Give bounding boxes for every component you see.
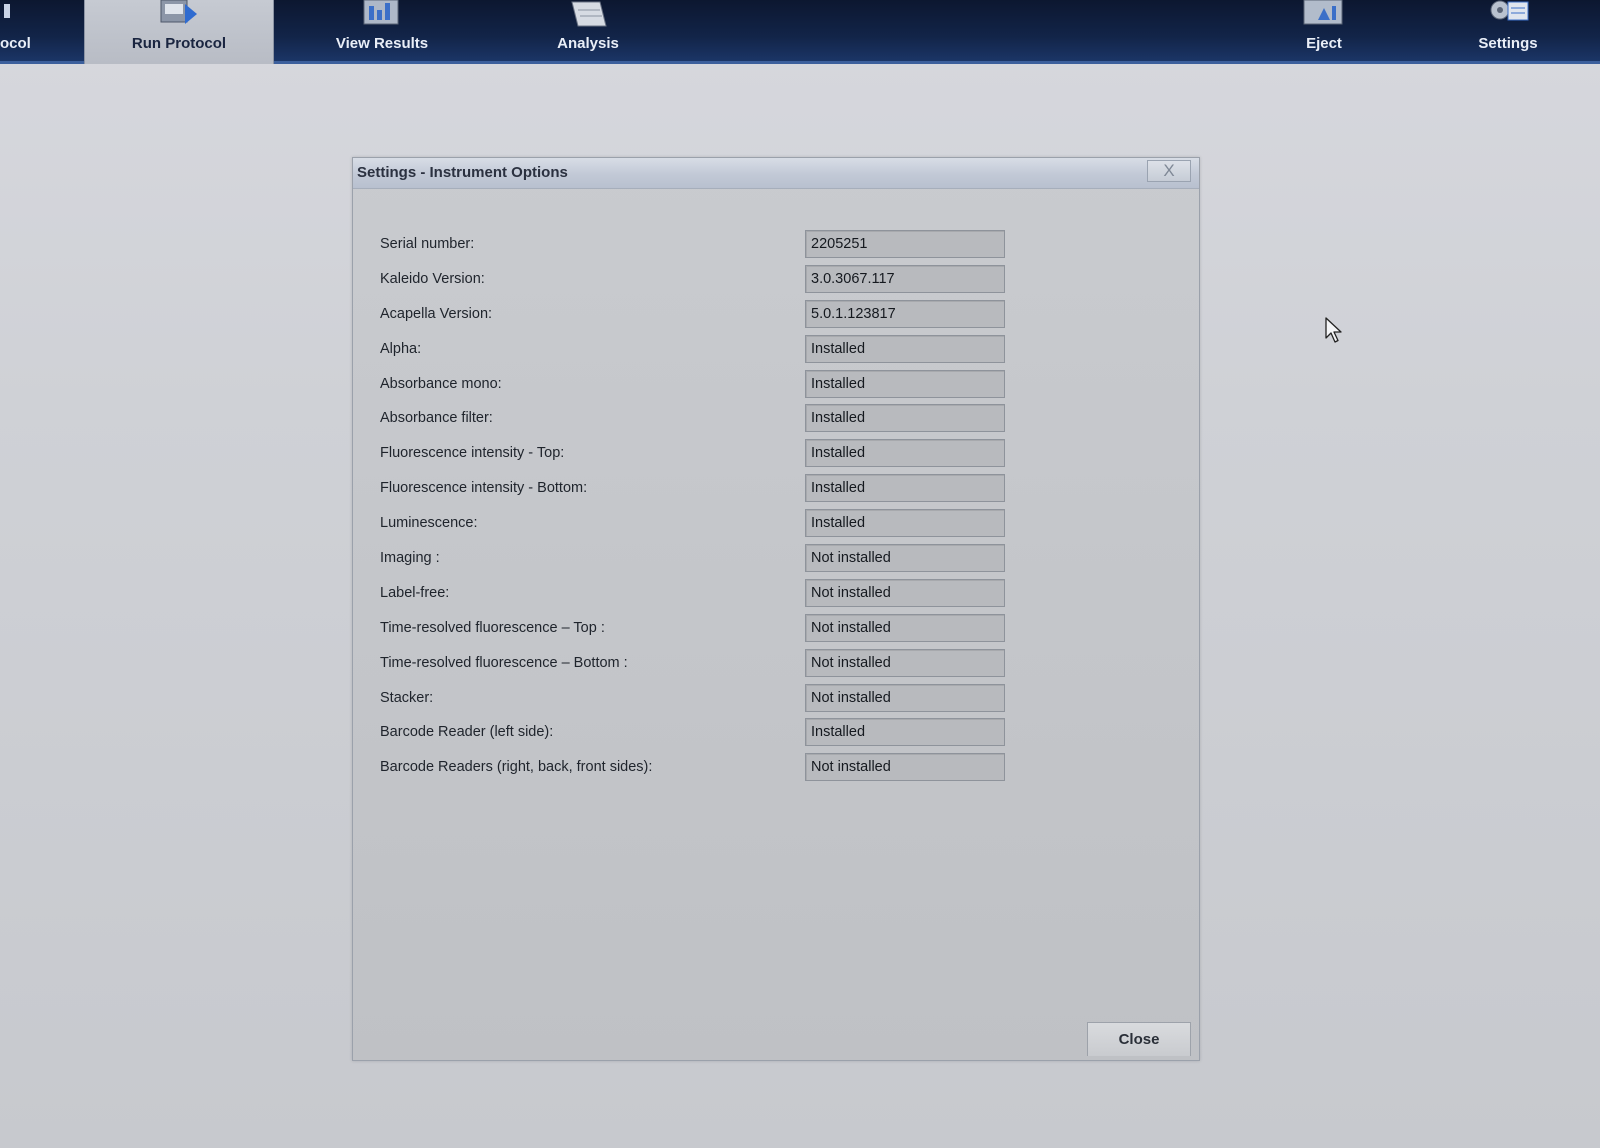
toolbar-item-analysis[interactable]: Analysis [490,0,686,64]
options-list: Serial number: 2205251 Kaleido Version: 3.… [353,228,1199,786]
toolbar-item-label: Analysis [557,35,619,52]
toolbar-item-label: View Results [335,35,429,52]
toolbar-item-settings[interactable]: Settings [1420,0,1596,64]
eject-icon [1302,0,1346,30]
option-label: Acapella Version: [380,305,493,322]
option-row: Time-resolved fluorescence – Top : Not in… [353,612,1199,647]
view-results-icon [360,0,404,30]
toolbar-item-label: Run Protocol [131,35,227,52]
option-label: Luminescence: [380,515,478,532]
toolbar-item-label: ocol [0,35,31,52]
option-label: Imaging : [380,550,440,567]
option-row: Barcode Reader (left side): Installed [353,716,1199,751]
dialog-titlebar[interactable]: Settings - Instrument Options X [353,158,1199,189]
option-row: Fluorescence intensity - Bottom: Installe… [353,472,1199,507]
option-label: Alpha: [380,340,422,357]
option-value-field: 3.0.3067.117 [805,264,1005,293]
option-label: Fluorescence intensity - Bottom: [380,480,588,497]
toolbar-item-protocol[interactable]: ocol [0,0,40,64]
dialog-close-x-button[interactable]: X [1147,160,1191,182]
option-value-field: Not installed [805,613,1005,642]
toolbar-item-eject[interactable]: Eject [1236,0,1412,64]
option-row: Absorbance filter: Installed [353,402,1199,437]
option-value-field: 2205251 [805,230,1005,258]
option-value-field: Installed [805,509,1005,538]
option-value-field: Not installed [805,544,1005,573]
option-row: Imaging : Not installed [353,542,1199,577]
option-row: Stacker: Not installed [353,682,1199,717]
option-label: Absorbance mono: [380,375,502,392]
option-value-field: Installed [805,334,1005,363]
analysis-icon [566,0,610,30]
option-value-field: Not installed [805,648,1005,677]
option-label: Barcode Reader (left side): [380,724,554,741]
option-row: Time-resolved fluorescence – Bottom : Not… [353,647,1199,682]
option-label: Fluorescence intensity - Top: [380,445,565,462]
option-label: Absorbance filter: [380,410,493,427]
option-value-field: 5.0.1.123817 [805,299,1005,328]
option-row: Kaleido Version: 3.0.3067.117 [353,263,1199,298]
dialog-title: Settings - Instrument Options [357,164,568,181]
option-label: Stacker: [380,689,434,706]
option-label: Kaleido Version: [380,270,485,287]
settings-icon [1486,0,1530,30]
toolbar-item-label: Eject [1306,35,1342,52]
toolbar-item-label: Settings [1478,35,1538,52]
instrument-options-dialog: Settings - Instrument Options X Serial n… [352,157,1200,1061]
option-label: Time-resolved fluorescence – Bottom : [380,654,628,671]
option-row: Absorbance mono: Installed [353,368,1199,403]
option-row: Alpha: Installed [353,333,1199,368]
option-value-field: Not installed [805,683,1005,712]
option-label: Barcode Readers (right, back, front side… [380,759,653,776]
option-value-field: Installed [805,474,1005,503]
option-value-field: Installed [805,439,1005,468]
protocol-icon [4,0,12,30]
option-value-field: Installed [805,718,1005,747]
option-label: Serial number: [380,236,475,252]
mouse-cursor-icon [1325,317,1342,343]
run-protocol-icon [157,0,201,30]
option-row: Fluorescence intensity - Top: Installed [353,437,1199,472]
option-label: Time-resolved fluorescence – Top : [380,619,605,636]
main-toolbar: ocol Run Protocol View Results Analysis … [0,0,1600,64]
option-row: Label-free: Not installed [353,577,1199,612]
option-value-field: Not installed [805,578,1005,607]
option-label: Label-free: [380,584,450,601]
close-button[interactable]: Close [1087,1022,1191,1056]
toolbar-item-run-protocol[interactable]: Run Protocol [84,0,274,64]
option-row: Barcode Readers (right, back, front side… [353,751,1199,786]
option-value-field: Installed [805,369,1005,398]
close-icon: X [1163,161,1175,180]
option-value-field: Installed [805,404,1005,433]
option-row: Serial number: 2205251 [353,228,1199,263]
toolbar-item-view-results[interactable]: View Results [282,0,482,64]
option-row: Acapella Version: 5.0.1.123817 [353,298,1199,333]
option-value-field: Not installed [805,753,1005,782]
option-row: Luminescence: Installed [353,507,1199,542]
